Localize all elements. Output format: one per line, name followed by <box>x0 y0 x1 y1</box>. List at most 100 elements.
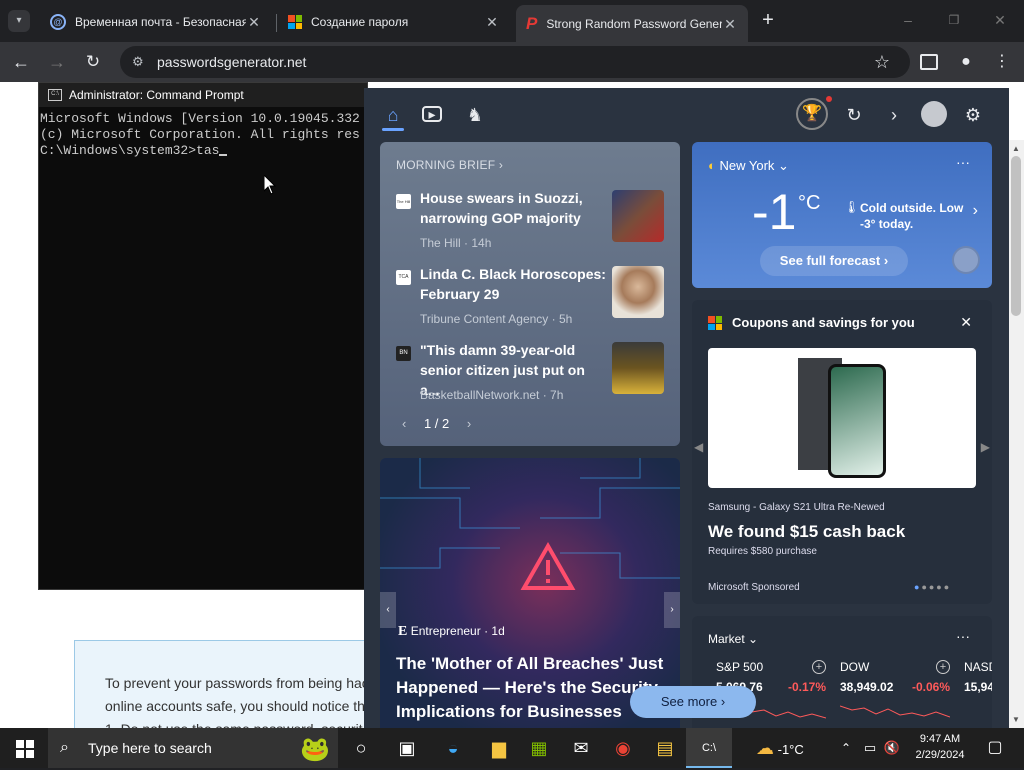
windows-start-icon[interactable] <box>2 728 48 768</box>
edge-icon[interactable]: ◒ <box>430 728 476 768</box>
search-icon: ⌕ <box>60 739 69 756</box>
news-thumbnail <box>612 266 664 318</box>
weather-card[interactable]: ◐ New York ⌄ ··· -1 °C 🌡 Cold outside. L… <box>692 142 992 288</box>
tab-password-generator[interactable]: P Strong Random Password Generator ✕ <box>516 5 748 42</box>
chevron-right-icon: › <box>720 694 726 709</box>
cmd-output[interactable]: Microsoft Windows [Version 10.0.19045.33… <box>39 107 367 159</box>
show-hidden-icons-icon[interactable]: ⌃ <box>834 728 858 768</box>
add-icon[interactable]: + <box>812 660 826 674</box>
weather-location[interactable]: ◐ New York ⌄ <box>708 158 789 174</box>
market-title[interactable]: Market ⌄ <box>708 632 758 646</box>
tab-search-button[interactable]: ▾ <box>8 10 30 32</box>
sponsor-label: Microsoft Sponsored <box>708 582 800 593</box>
cortana-icon[interactable]: ○ <box>338 728 384 768</box>
news-item[interactable]: BN "This damn 39-year-old senior citizen… <box>396 340 672 410</box>
ticker-name: DOW <box>840 660 870 674</box>
chevron-left-icon[interactable]: ‹ <box>402 416 406 431</box>
more-options-icon[interactable]: ··· <box>956 628 970 644</box>
reload-icon[interactable]: ↻ <box>82 52 104 72</box>
source-logo-icon: The Hill <box>396 194 411 209</box>
mail-icon[interactable]: ✉ <box>558 728 604 768</box>
see-full-forecast-button[interactable]: See full forecast › <box>760 246 908 276</box>
tab-separator <box>276 14 277 32</box>
avatar[interactable] <box>921 101 947 127</box>
home-icon[interactable]: ⌂ <box>382 104 404 126</box>
tab-title: Strong Random Password Generator <box>546 16 722 31</box>
toolbar: ← → ↻ ⚙ passwordsgenerator.net ☆ ● ⋮ <box>0 42 1024 82</box>
carousel-next-icon[interactable]: ▶ <box>981 440 990 454</box>
news-meta: The Hill · 14h <box>420 236 492 250</box>
settings-gear-icon[interactable]: ⚙ <box>962 104 984 126</box>
close-icon[interactable]: ✕ <box>722 16 738 32</box>
chrome-icon[interactable]: ◉ <box>600 728 646 768</box>
site-info-icon[interactable]: ⚙ <box>132 46 144 78</box>
weather-map-thumbnail[interactable] <box>952 246 980 274</box>
circuit-board-image <box>380 458 680 590</box>
notifications-icon[interactable]: ▢ <box>972 728 1018 768</box>
chevron-right-icon[interactable]: › <box>883 104 905 126</box>
bookmark-star-icon[interactable]: ☆ <box>874 46 890 78</box>
tab-temp-mail[interactable]: @ Временная почта - Безопасная ✕ <box>40 6 272 38</box>
product-name: Samsung - Galaxy S21 Ultra Re-Newed <box>708 502 885 513</box>
add-icon[interactable]: + <box>936 660 950 674</box>
close-icon[interactable]: ✕ <box>960 314 972 331</box>
news-item[interactable]: The Hill House swears in Suozzi, narrowi… <box>396 188 672 258</box>
chevron-right-icon[interactable]: › <box>467 416 471 431</box>
more-options-icon[interactable]: ··· <box>956 154 970 170</box>
chevron-down-icon: ⌄ <box>778 158 789 173</box>
tab-password-create[interactable]: Создание пароля ✕ <box>278 6 510 38</box>
news-item[interactable]: TCA Linda C. Black Horoscopes: February … <box>396 264 672 334</box>
taskbar-weather[interactable]: ☁ -1°C <box>756 728 804 768</box>
address-bar[interactable]: ⚙ passwordsgenerator.net ☆ <box>120 46 910 78</box>
ticker-change: -0.17% <box>787 680 826 694</box>
cashback-requirement: Requires $580 purchase <box>708 546 817 557</box>
side-panel-icon[interactable] <box>920 54 938 70</box>
notepad-icon[interactable]: ▤ <box>642 728 688 768</box>
restore-button[interactable]: ❐ <box>942 8 966 32</box>
chevron-right-icon[interactable]: › <box>973 202 978 220</box>
back-icon[interactable]: ← <box>10 52 32 72</box>
text-cursor <box>219 154 228 156</box>
tab-strip: ▾ @ Временная почта - Безопасная ✕ Созда… <box>0 0 1024 42</box>
hero-prev-icon[interactable]: ‹ <box>380 592 396 628</box>
menu-icon[interactable]: ⋮ <box>992 50 1012 74</box>
see-more-button[interactable]: See more › <box>630 686 756 718</box>
clock[interactable]: 9:47 AM 2/29/2024 <box>908 731 972 763</box>
refresh-icon[interactable]: ↻ <box>843 104 865 126</box>
taskbar-search-box[interactable]: ⌕ Type here to search 🐸 <box>48 728 338 768</box>
hero-next-icon[interactable]: › <box>664 592 680 628</box>
chevron-right-icon: › <box>498 158 504 172</box>
coupons-card[interactable]: Coupons and savings for you ✕ ◀ ▶ Samsun… <box>692 300 992 604</box>
profile-icon[interactable]: ● <box>954 50 978 74</box>
video-icon[interactable]: ▸ <box>422 106 442 122</box>
games-icon[interactable]: ♞ <box>464 104 486 126</box>
news-meta: BasketballNetwork.net · 7h <box>420 388 564 402</box>
news-meta: Tribune Content Agency · 5h <box>420 312 573 326</box>
scrollbar-thumb[interactable] <box>1011 156 1021 316</box>
command-prompt-taskbar-icon[interactable]: C:\ <box>686 728 732 768</box>
ticker-dow[interactable]: DOW + 38,949.02 -0.06% <box>840 660 950 728</box>
morning-brief-heading[interactable]: MORNING BRIEF › <box>396 158 503 172</box>
minimize-button[interactable]: – <box>896 8 920 32</box>
rewards-trophy-icon[interactable]: 🏆 <box>796 98 828 130</box>
command-prompt-window[interactable]: C:\ Administrator: Command Prompt Micros… <box>38 82 368 590</box>
cmd-line: Microsoft Windows [Version 10.0.19045.33… <box>40 111 360 126</box>
volume-muted-icon[interactable]: 🔇 <box>880 728 904 768</box>
close-window-button[interactable]: ✕ <box>988 8 1012 32</box>
task-view-icon[interactable]: ▣ <box>384 728 430 768</box>
cmd-title-bar[interactable]: C:\ Administrator: Command Prompt <box>39 83 367 107</box>
ticker-name: S&P 500 <box>716 660 764 674</box>
close-icon[interactable]: ✕ <box>484 14 500 30</box>
carousel-prev-icon[interactable]: ◀ <box>694 440 703 454</box>
ticker-nasdaq[interactable]: NASDAQ 15,947 <box>964 660 992 728</box>
hero-news-card[interactable]: ‹ › E Entrepreneur · 1d The 'Mother of A… <box>380 458 680 728</box>
forward-icon[interactable]: → <box>46 52 68 72</box>
product-image[interactable] <box>708 348 976 488</box>
ticker-change: -0.06% <box>911 680 950 694</box>
microsoft-store-icon[interactable]: ▦ <box>516 728 562 768</box>
phone-front-image <box>828 364 886 478</box>
close-icon[interactable]: ✕ <box>246 14 262 30</box>
network-icon[interactable]: ▭ <box>858 728 882 768</box>
new-tab-button[interactable]: + <box>756 8 780 32</box>
temperature-unit: °C <box>798 192 821 214</box>
